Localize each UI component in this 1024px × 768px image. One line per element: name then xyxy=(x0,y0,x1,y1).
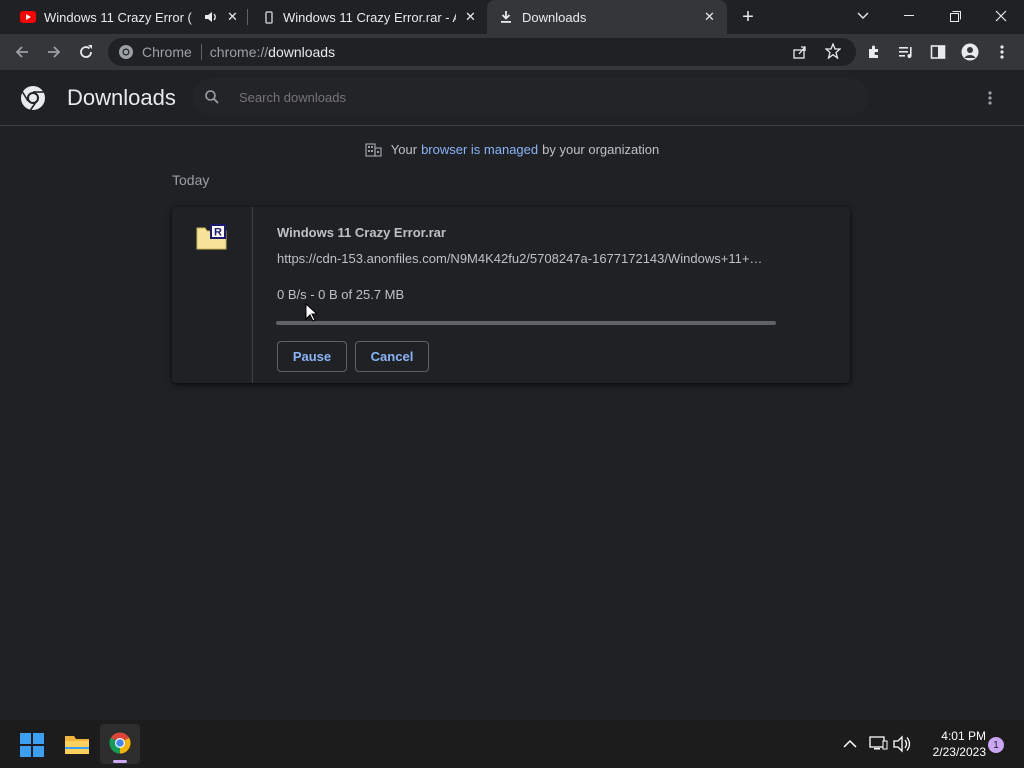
tab-downloads[interactable]: Downloads ✕ xyxy=(487,0,727,34)
media-control-button[interactable] xyxy=(894,40,918,64)
tab-title: Downloads xyxy=(522,9,587,25)
more-vertical-icon xyxy=(988,91,992,105)
chrome-menu-button[interactable] xyxy=(990,40,1014,64)
tab-title: Windows 11 Crazy Error (C6 xyxy=(44,9,192,25)
tab-close-icon[interactable]: ✕ xyxy=(704,9,715,25)
file-explorer-button[interactable] xyxy=(64,732,90,756)
card-divider xyxy=(252,207,253,383)
active-app-indicator xyxy=(113,760,127,763)
reload-button[interactable] xyxy=(74,40,98,64)
profile-icon xyxy=(961,43,979,61)
tab-strip: Windows 11 Crazy Error (C6 ✕ Windows 11 … xyxy=(0,0,1024,34)
rar-file-icon: R xyxy=(196,223,228,251)
page-menu-button[interactable] xyxy=(980,86,1000,110)
minimize-button[interactable] xyxy=(886,0,932,32)
chevron-down-icon xyxy=(857,12,869,19)
building-icon xyxy=(365,141,382,157)
network-icon[interactable] xyxy=(868,734,888,754)
managed-notice: Your browser is managed by your organiza… xyxy=(0,139,1024,159)
page-title: Downloads xyxy=(67,85,176,110)
restore-button[interactable] xyxy=(932,0,978,32)
search-downloads-field[interactable] xyxy=(193,78,869,116)
chrome-icon xyxy=(109,732,131,754)
close-icon xyxy=(995,10,1007,22)
file-url-link[interactable]: https://cdn-153.anonfiles.com/N9M4K42fu2… xyxy=(277,251,777,266)
back-arrow-icon xyxy=(15,46,28,58)
share-icon[interactable] xyxy=(792,44,808,60)
browser-managed-link[interactable]: browser is managed xyxy=(421,142,538,157)
puzzle-icon xyxy=(869,45,878,58)
search-input[interactable] xyxy=(237,88,841,106)
taskbar: 4:01 PM 2/23/2023 1 xyxy=(0,720,1024,768)
restore-icon xyxy=(949,10,961,22)
url-path: downloads xyxy=(268,44,336,60)
tab-youtube[interactable]: Windows 11 Crazy Error (C6 ✕ xyxy=(0,0,246,34)
tab-search-button[interactable] xyxy=(840,0,886,32)
minimize-icon xyxy=(904,15,914,16)
clock-time: 4:01 PM xyxy=(941,729,986,743)
close-window-button[interactable] xyxy=(978,0,1024,32)
downloads-header: Downloads xyxy=(0,70,1024,126)
windows-logo-icon xyxy=(20,733,44,757)
profile-button[interactable] xyxy=(958,40,982,64)
managed-text-after: by your organization xyxy=(542,141,660,157)
new-tab-button[interactable]: + xyxy=(736,5,760,29)
more-vertical-icon xyxy=(1000,45,1004,59)
volume-icon[interactable] xyxy=(892,734,912,754)
side-panel-icon xyxy=(930,45,946,59)
playlist-icon xyxy=(899,47,912,58)
chrome-icon xyxy=(118,44,134,60)
speaker-icon[interactable] xyxy=(204,10,218,24)
chrome-logo-icon xyxy=(20,85,46,111)
pause-button[interactable]: Pause xyxy=(277,341,347,372)
toolbar: Chrome chrome://downloads xyxy=(0,34,1024,70)
omnibox-url[interactable]: chrome://downloads xyxy=(210,44,335,60)
forward-button[interactable] xyxy=(42,40,66,64)
extensions-button[interactable] xyxy=(862,40,886,64)
download-item: R Windows 11 Crazy Error.rar https://cdn… xyxy=(172,207,850,383)
clock-date: 2/23/2023 xyxy=(932,745,986,759)
reload-icon xyxy=(80,45,92,58)
tab-close-icon[interactable]: ✕ xyxy=(465,9,476,25)
search-icon xyxy=(204,89,220,105)
tab-rar-file[interactable]: Windows 11 Crazy Error.rar - Anc ✕ xyxy=(248,0,486,34)
notification-badge[interactable]: 1 xyxy=(988,737,1004,753)
managed-text-before: Your xyxy=(390,141,418,157)
tab-close-icon[interactable]: ✕ xyxy=(227,9,238,25)
back-button[interactable] xyxy=(10,40,34,64)
chevron-up-icon[interactable] xyxy=(842,737,858,751)
start-button[interactable] xyxy=(20,733,44,757)
clock[interactable]: 4:01 PM 2/23/2023 xyxy=(918,728,986,760)
file-icon xyxy=(264,11,274,24)
side-panel-button[interactable] xyxy=(926,40,950,64)
mouse-cursor xyxy=(305,303,317,322)
folder-icon xyxy=(65,736,89,754)
download-progress-bar xyxy=(276,321,776,325)
cancel-button[interactable]: Cancel xyxy=(355,341,429,372)
bookmark-star-icon[interactable] xyxy=(824,42,842,60)
plus-icon: + xyxy=(742,5,754,28)
chrome-taskbar-button[interactable] xyxy=(100,724,140,764)
omnibox[interactable]: Chrome chrome://downloads xyxy=(108,38,856,66)
download-icon xyxy=(500,10,512,23)
svg-text:R: R xyxy=(214,227,222,239)
omnibox-site-label: Chrome xyxy=(142,44,192,60)
date-heading: Today xyxy=(172,172,210,188)
download-status: 0 B/s - 0 B of 25.7 MB xyxy=(277,287,405,302)
url-scheme: chrome:// xyxy=(209,44,269,60)
youtube-icon xyxy=(20,11,36,23)
forward-arrow-icon xyxy=(48,46,61,58)
file-name: Windows 11 Crazy Error.rar xyxy=(277,225,446,240)
tab-title: Windows 11 Crazy Error.rar - Anc xyxy=(283,9,456,25)
omnibox-separator xyxy=(200,44,202,60)
